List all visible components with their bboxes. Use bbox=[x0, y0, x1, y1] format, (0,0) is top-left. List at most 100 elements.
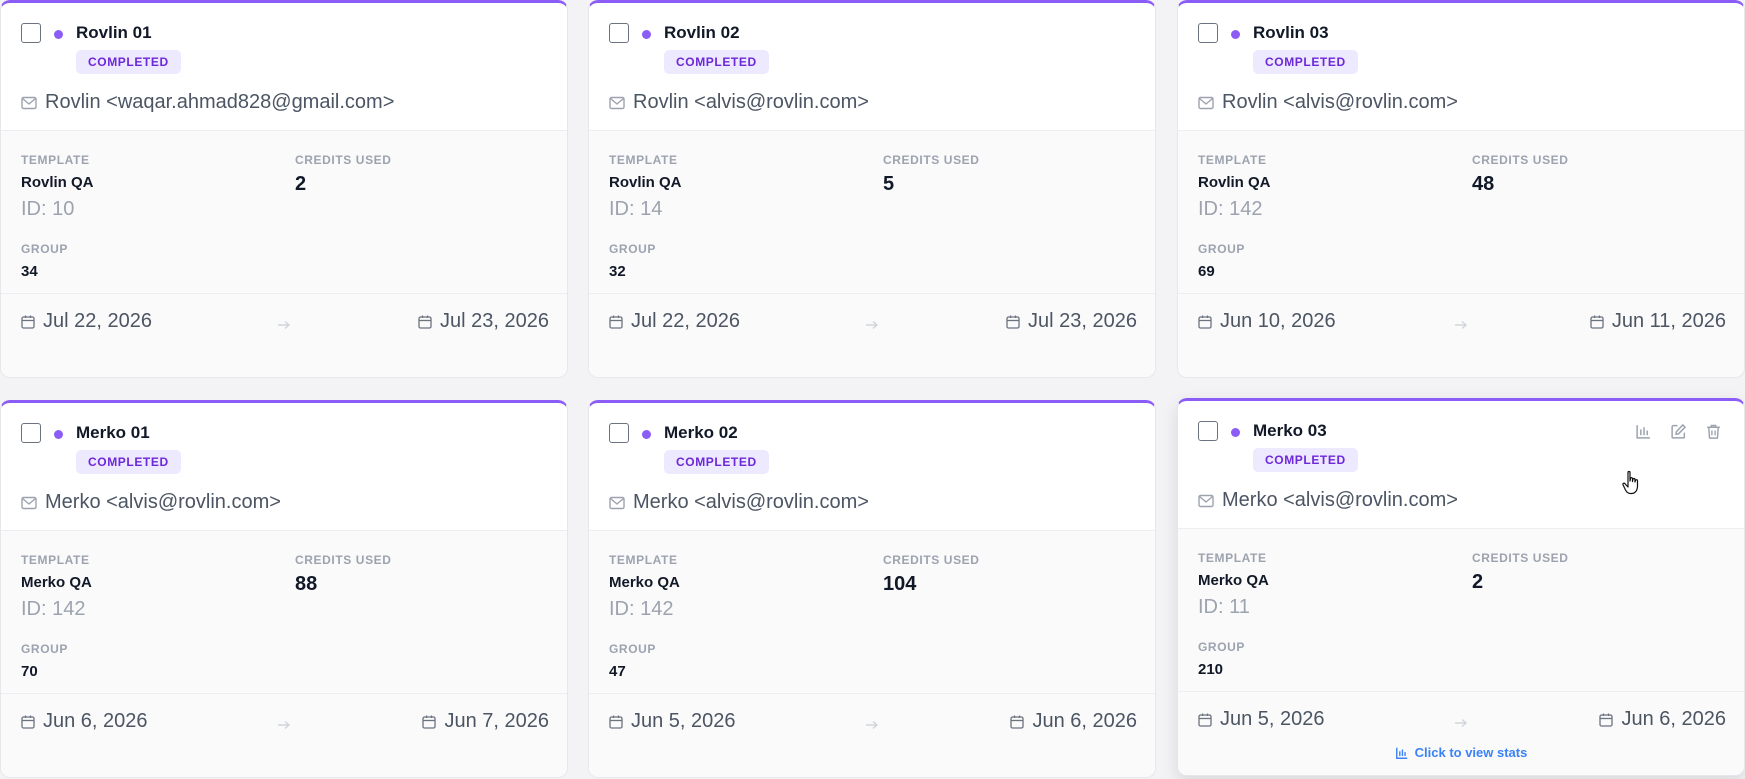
template-label: TEMPLATE bbox=[1198, 551, 1267, 565]
campaign-name: Rovlin 02 bbox=[664, 23, 740, 42]
select-checkbox[interactable] bbox=[1198, 421, 1218, 441]
campaign-card[interactable]: Rovlin 03 COMPLETED Rovlin <alvis@rovlin… bbox=[1177, 0, 1745, 378]
calendar-icon bbox=[422, 715, 436, 729]
card-footer: Jul 22, 2026 Jul 23, 2026 bbox=[589, 294, 1155, 377]
view-stats-link[interactable]: Click to view stats bbox=[1178, 745, 1744, 760]
calendar-icon bbox=[609, 315, 623, 329]
hand-cursor-icon bbox=[1622, 470, 1639, 495]
sender: Merko <alvis@rovlin.com> bbox=[609, 491, 869, 514]
credits-label: CREDITS USED bbox=[295, 553, 392, 567]
credits-value: 88 bbox=[295, 573, 318, 595]
end-date: Jun 7, 2026 bbox=[422, 710, 549, 733]
end-date: Jul 23, 2026 bbox=[1006, 310, 1137, 333]
template-label: TEMPLATE bbox=[21, 153, 90, 167]
template-name: Merko QA bbox=[1198, 572, 1269, 589]
mail-icon bbox=[609, 96, 625, 110]
edit-icon[interactable] bbox=[1670, 423, 1687, 440]
campaign-name: Rovlin 01 bbox=[76, 23, 152, 42]
template-id: ID: 142 bbox=[609, 598, 674, 620]
status-badge: COMPLETED bbox=[1253, 448, 1358, 472]
calendar-icon bbox=[1590, 315, 1604, 329]
campaign-card[interactable]: Merko 03 COMPLETED Merko <alvis@rovlin.c… bbox=[1177, 398, 1745, 776]
sender: Rovlin <alvis@rovlin.com> bbox=[609, 91, 869, 114]
arrow-right-icon bbox=[865, 320, 879, 330]
select-checkbox[interactable] bbox=[1198, 23, 1218, 43]
template-label: TEMPLATE bbox=[1198, 153, 1267, 167]
mail-icon bbox=[609, 496, 625, 510]
status-badge: COMPLETED bbox=[664, 50, 769, 74]
select-checkbox[interactable] bbox=[609, 23, 629, 43]
arrow-right-icon bbox=[277, 720, 291, 730]
arrow-right-icon bbox=[865, 720, 879, 730]
card-details: TEMPLATE Merko QA ID: 11 GROUP 210 CREDI… bbox=[1178, 529, 1744, 692]
template-id: ID: 14 bbox=[609, 198, 663, 220]
credits-value: 2 bbox=[295, 173, 307, 195]
end-date: Jun 6, 2026 bbox=[1010, 710, 1137, 733]
sender-text: Rovlin <alvis@rovlin.com> bbox=[1222, 91, 1458, 113]
status-dot bbox=[54, 430, 63, 439]
status-badge: COMPLETED bbox=[1253, 50, 1358, 74]
card-header: Rovlin 01 COMPLETED Rovlin <waqar.ahmad8… bbox=[1, 3, 567, 131]
template-name: Rovlin QA bbox=[1198, 174, 1271, 191]
start-date-text: Jun 5, 2026 bbox=[631, 710, 736, 732]
select-checkbox[interactable] bbox=[609, 423, 629, 443]
card-header: Merko 03 COMPLETED Merko <alvis@rovlin.c… bbox=[1178, 401, 1744, 529]
campaign-card[interactable]: Merko 02 COMPLETED Merko <alvis@rovlin.c… bbox=[588, 400, 1156, 778]
trash-icon[interactable] bbox=[1705, 423, 1722, 440]
start-date: Jun 6, 2026 bbox=[21, 710, 148, 733]
start-date: Jun 5, 2026 bbox=[609, 710, 736, 733]
end-date-text: Jul 23, 2026 bbox=[1028, 310, 1137, 332]
calendar-icon bbox=[609, 715, 623, 729]
mail-icon bbox=[21, 96, 37, 110]
template-name: Rovlin QA bbox=[609, 174, 682, 191]
end-date-text: Jun 7, 2026 bbox=[444, 710, 549, 732]
arrow-right-icon bbox=[1454, 320, 1468, 330]
credits-label: CREDITS USED bbox=[1472, 551, 1569, 565]
template-id: ID: 142 bbox=[1198, 198, 1263, 220]
end-date: Jun 11, 2026 bbox=[1590, 310, 1726, 333]
card-details: TEMPLATE Merko QA ID: 142 GROUP 47 CREDI… bbox=[589, 531, 1155, 694]
template-label: TEMPLATE bbox=[609, 553, 678, 567]
start-date-text: Jun 6, 2026 bbox=[43, 710, 148, 732]
start-date-text: Jul 22, 2026 bbox=[631, 310, 740, 332]
bar-chart-icon bbox=[1395, 746, 1409, 760]
status-dot bbox=[1231, 30, 1240, 39]
view-stats-label: Click to view stats bbox=[1414, 745, 1528, 760]
select-checkbox[interactable] bbox=[21, 423, 41, 443]
calendar-icon bbox=[1198, 315, 1212, 329]
status-dot bbox=[642, 430, 651, 439]
start-date: Jul 22, 2026 bbox=[21, 310, 152, 333]
select-checkbox[interactable] bbox=[21, 23, 41, 43]
calendar-icon bbox=[1006, 315, 1020, 329]
template-id: ID: 142 bbox=[21, 598, 86, 620]
calendar-icon bbox=[21, 715, 35, 729]
bar-chart-icon[interactable] bbox=[1635, 423, 1652, 440]
card-details: TEMPLATE Rovlin QA ID: 142 GROUP 69 CRED… bbox=[1178, 131, 1744, 294]
template-label: TEMPLATE bbox=[21, 553, 90, 567]
mail-icon bbox=[1198, 494, 1214, 508]
arrow-right-icon bbox=[1454, 718, 1468, 728]
end-date: Jul 23, 2026 bbox=[418, 310, 549, 333]
calendar-icon bbox=[1599, 713, 1613, 727]
status-badge: COMPLETED bbox=[664, 450, 769, 474]
end-date-text: Jun 11, 2026 bbox=[1611, 310, 1726, 332]
group-label: GROUP bbox=[609, 642, 657, 656]
sender-text: Merko <alvis@rovlin.com> bbox=[633, 491, 869, 513]
card-footer: Jun 5, 2026 Jun 6, 2026 bbox=[589, 694, 1155, 777]
template-name: Rovlin QA bbox=[21, 174, 94, 191]
campaign-card[interactable]: Merko 01 COMPLETED Merko <alvis@rovlin.c… bbox=[0, 400, 568, 778]
campaign-card[interactable]: Rovlin 01 COMPLETED Rovlin <waqar.ahmad8… bbox=[0, 0, 568, 378]
calendar-icon bbox=[1198, 713, 1212, 727]
card-header: Merko 02 COMPLETED Merko <alvis@rovlin.c… bbox=[589, 403, 1155, 531]
group-value: 32 bbox=[609, 263, 626, 280]
card-details: TEMPLATE Rovlin QA ID: 14 GROUP 32 CREDI… bbox=[589, 131, 1155, 294]
end-date-text: Jun 6, 2026 bbox=[1621, 708, 1726, 730]
start-date-text: Jun 5, 2026 bbox=[1220, 708, 1325, 730]
template-name: Merko QA bbox=[609, 574, 680, 591]
card-details: TEMPLATE Merko QA ID: 142 GROUP 70 CREDI… bbox=[1, 531, 567, 694]
card-footer: Jul 22, 2026 Jul 23, 2026 bbox=[1, 294, 567, 377]
credits-value: 2 bbox=[1472, 571, 1484, 593]
sender-text: Rovlin <alvis@rovlin.com> bbox=[633, 91, 869, 113]
campaign-card[interactable]: Rovlin 02 COMPLETED Rovlin <alvis@rovlin… bbox=[588, 0, 1156, 378]
arrow-right-icon bbox=[277, 320, 291, 330]
